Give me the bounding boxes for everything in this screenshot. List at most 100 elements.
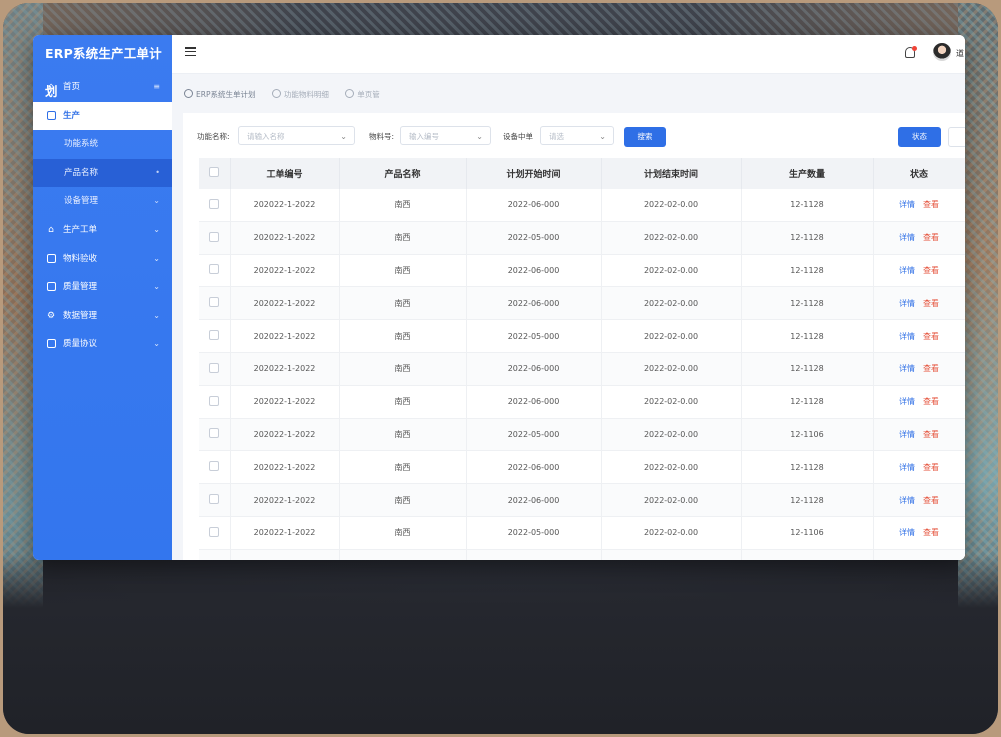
- row-select-cell[interactable]: [199, 450, 231, 485]
- edit-link[interactable]: 详情: [899, 528, 915, 537]
- column-header-quantity[interactable]: 生产数量: [741, 158, 874, 189]
- column-header-product[interactable]: 产品名称: [339, 158, 467, 189]
- row-checkbox[interactable]: [209, 526, 220, 537]
- select-all-cell[interactable]: [199, 158, 231, 189]
- view-link[interactable]: 查看: [923, 430, 939, 439]
- column-header-end[interactable]: 计划结束时间: [601, 158, 742, 189]
- sidebar-item-home[interactable]: ⌂ 首页 ≡: [33, 73, 172, 102]
- function-name-select[interactable]: 请输入名称 ⌄: [238, 126, 355, 145]
- row-select-cell[interactable]: [199, 319, 231, 353]
- table-row[interactable]: 202022-1-2022 南西 2022-06-000 2022-02-0.00 12…: [199, 254, 965, 288]
- view-link[interactable]: 查看: [923, 364, 939, 373]
- sidebar-item-protocol[interactable]: 质量协议 ⌄: [33, 330, 172, 359]
- edit-link[interactable]: 详情: [899, 496, 915, 505]
- row-checkbox[interactable]: [209, 362, 220, 373]
- view-link[interactable]: 查看: [923, 233, 939, 242]
- table-row[interactable]: 202022-1-2022 南西 2022-06-000 2022-02-0.00 12…: [199, 483, 965, 517]
- table-row[interactable]: 202022-1-2022南西2022-05-0002022-02-0.0012…: [199, 516, 965, 550]
- row-checkbox[interactable]: [209, 330, 220, 341]
- start-time-cell: 2022-06-000: [466, 450, 602, 485]
- avatar[interactable]: [933, 43, 951, 61]
- edit-link[interactable]: 详情: [899, 332, 915, 341]
- breadcrumb-item[interactable]: ERP系统生单计划: [184, 89, 255, 99]
- table-row[interactable]: 202022-1-2022 南西 2022-06-000 2022-02-0.00 12…: [199, 450, 965, 485]
- row-select-cell[interactable]: [199, 221, 231, 255]
- column-header-order-no[interactable]: 工单编号: [230, 158, 340, 189]
- status-button[interactable]: 状态: [898, 127, 941, 147]
- view-link[interactable]: 查看: [923, 200, 939, 209]
- status-actions-cell: 详情查看: [873, 483, 965, 517]
- table-row[interactable]: 202022-1-2022南西2022-05-0002022-02-0.0012…: [199, 549, 965, 560]
- view-link[interactable]: 查看: [923, 299, 939, 308]
- table-row[interactable]: 202022-1-2022南西2022-05-0002022-02-0.0012…: [199, 221, 965, 255]
- column-header-start[interactable]: 计划开始时间: [466, 158, 602, 189]
- row-select-cell[interactable]: [199, 189, 231, 222]
- edit-link[interactable]: 详情: [899, 430, 915, 439]
- sidebar-item-data[interactable]: ⚙ 数据管理 ⌄: [33, 302, 172, 331]
- view-link[interactable]: 查看: [923, 266, 939, 275]
- table-row[interactable]: 202022-1-2022 南西 2022-06-000 2022-02-0.00 12…: [199, 352, 965, 386]
- edit-link[interactable]: 详情: [899, 299, 915, 308]
- product-name-cell: 南西: [339, 450, 467, 485]
- sidebar-subitem-function-system[interactable]: 功能系统: [33, 130, 172, 159]
- edit-link[interactable]: 详情: [899, 463, 915, 472]
- row-checkbox[interactable]: [209, 297, 220, 308]
- view-link[interactable]: 查看: [923, 332, 939, 341]
- order-number-select[interactable]: 输入编号 ⌄: [400, 126, 491, 145]
- row-select-cell[interactable]: [199, 483, 231, 517]
- row-select-cell[interactable]: [199, 385, 231, 419]
- table-row[interactable]: 202022-1-2022南西2022-05-0002022-02-0.0012…: [199, 319, 965, 353]
- hamburger-menu-icon[interactable]: [185, 47, 196, 57]
- sidebar-subitem-product-name[interactable]: 产品名称 •: [33, 158, 172, 188]
- column-header-status[interactable]: 状态: [873, 158, 965, 189]
- row-select-cell[interactable]: [199, 418, 231, 452]
- end-time-cell: 2022-02-0.00: [601, 221, 742, 255]
- view-link[interactable]: 查看: [923, 397, 939, 406]
- status-filter-select[interactable]: 请选 ⌄: [540, 126, 614, 145]
- chevron-down-icon: ⌄: [153, 339, 160, 349]
- row-checkbox[interactable]: [209, 395, 220, 406]
- status-actions-cell: 详情查看: [873, 352, 965, 386]
- more-button[interactable]: [948, 127, 965, 147]
- view-link[interactable]: 查看: [923, 463, 939, 472]
- row-select-cell[interactable]: [199, 516, 231, 550]
- edit-link[interactable]: 详情: [899, 233, 915, 242]
- table-row[interactable]: 202022-1-2022 南西 2022-06-000 2022-02-0.00 12…: [199, 189, 965, 222]
- sidebar-item-label: 质量协议: [63, 339, 98, 350]
- sidebar-item-production[interactable]: 生产: [33, 101, 172, 131]
- row-checkbox[interactable]: [209, 494, 220, 505]
- table-row[interactable]: 202022-1-2022 南西 2022-06-000 2022-02-0.00 12…: [199, 286, 965, 321]
- sidebar-item-work-orders[interactable]: ⌂ 生产工单 ⌄: [33, 216, 172, 245]
- view-link[interactable]: 查看: [923, 528, 939, 537]
- row-checkbox[interactable]: [209, 264, 220, 275]
- sidebar-subitem-equipment[interactable]: 设备管理 ⌄: [33, 187, 172, 216]
- chevron-down-icon: ⌄: [153, 282, 160, 292]
- breadcrumb-item[interactable]: 功能物料明细: [271, 89, 329, 99]
- row-checkbox[interactable]: [209, 198, 220, 209]
- document-icon: [46, 253, 56, 264]
- sidebar-item-quality[interactable]: 质量管理 ⌄: [33, 273, 172, 302]
- row-checkbox[interactable]: [209, 428, 220, 439]
- select-all-checkbox[interactable]: [209, 167, 220, 177]
- edit-link[interactable]: 详情: [899, 200, 915, 209]
- table-row[interactable]: 202022-1-2022 南西 2022-06-000 2022-02-0.00 12…: [199, 385, 965, 419]
- breadcrumb-item[interactable]: 单页管: [345, 89, 380, 99]
- edit-link[interactable]: 详情: [899, 397, 915, 406]
- row-select-cell[interactable]: [199, 549, 231, 560]
- row-select-cell[interactable]: [199, 286, 231, 321]
- table-row[interactable]: 202022-1-2022南西2022-05-0002022-02-0.0012…: [199, 418, 965, 452]
- sidebar-item-label: 质量管理: [63, 282, 98, 293]
- sidebar-item-material[interactable]: 物料验收 ⌄: [33, 245, 172, 274]
- row-checkbox[interactable]: [209, 231, 220, 242]
- edit-link[interactable]: 详情: [899, 364, 915, 373]
- row-checkbox[interactable]: [209, 461, 220, 472]
- row-select-cell[interactable]: [199, 254, 231, 288]
- search-button[interactable]: 搜索: [624, 127, 666, 147]
- user-name[interactable]: 道: [956, 48, 964, 59]
- status-actions-cell: 详情查看: [873, 385, 965, 419]
- edit-link[interactable]: 详情: [899, 266, 915, 275]
- view-link[interactable]: 查看: [923, 496, 939, 505]
- end-time-cell: 2022-02-0.00: [601, 418, 742, 452]
- row-select-cell[interactable]: [199, 352, 231, 386]
- start-time-cell: 2022-05-000: [466, 549, 602, 560]
